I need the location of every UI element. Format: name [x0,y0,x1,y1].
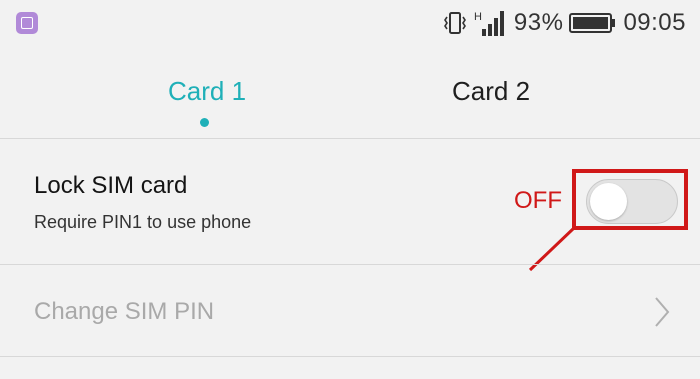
row-divider [0,264,700,265]
bottom-divider [0,356,700,357]
change-sim-pin-title: Change SIM PIN [34,298,215,325]
chevron-right-icon [655,297,670,327]
